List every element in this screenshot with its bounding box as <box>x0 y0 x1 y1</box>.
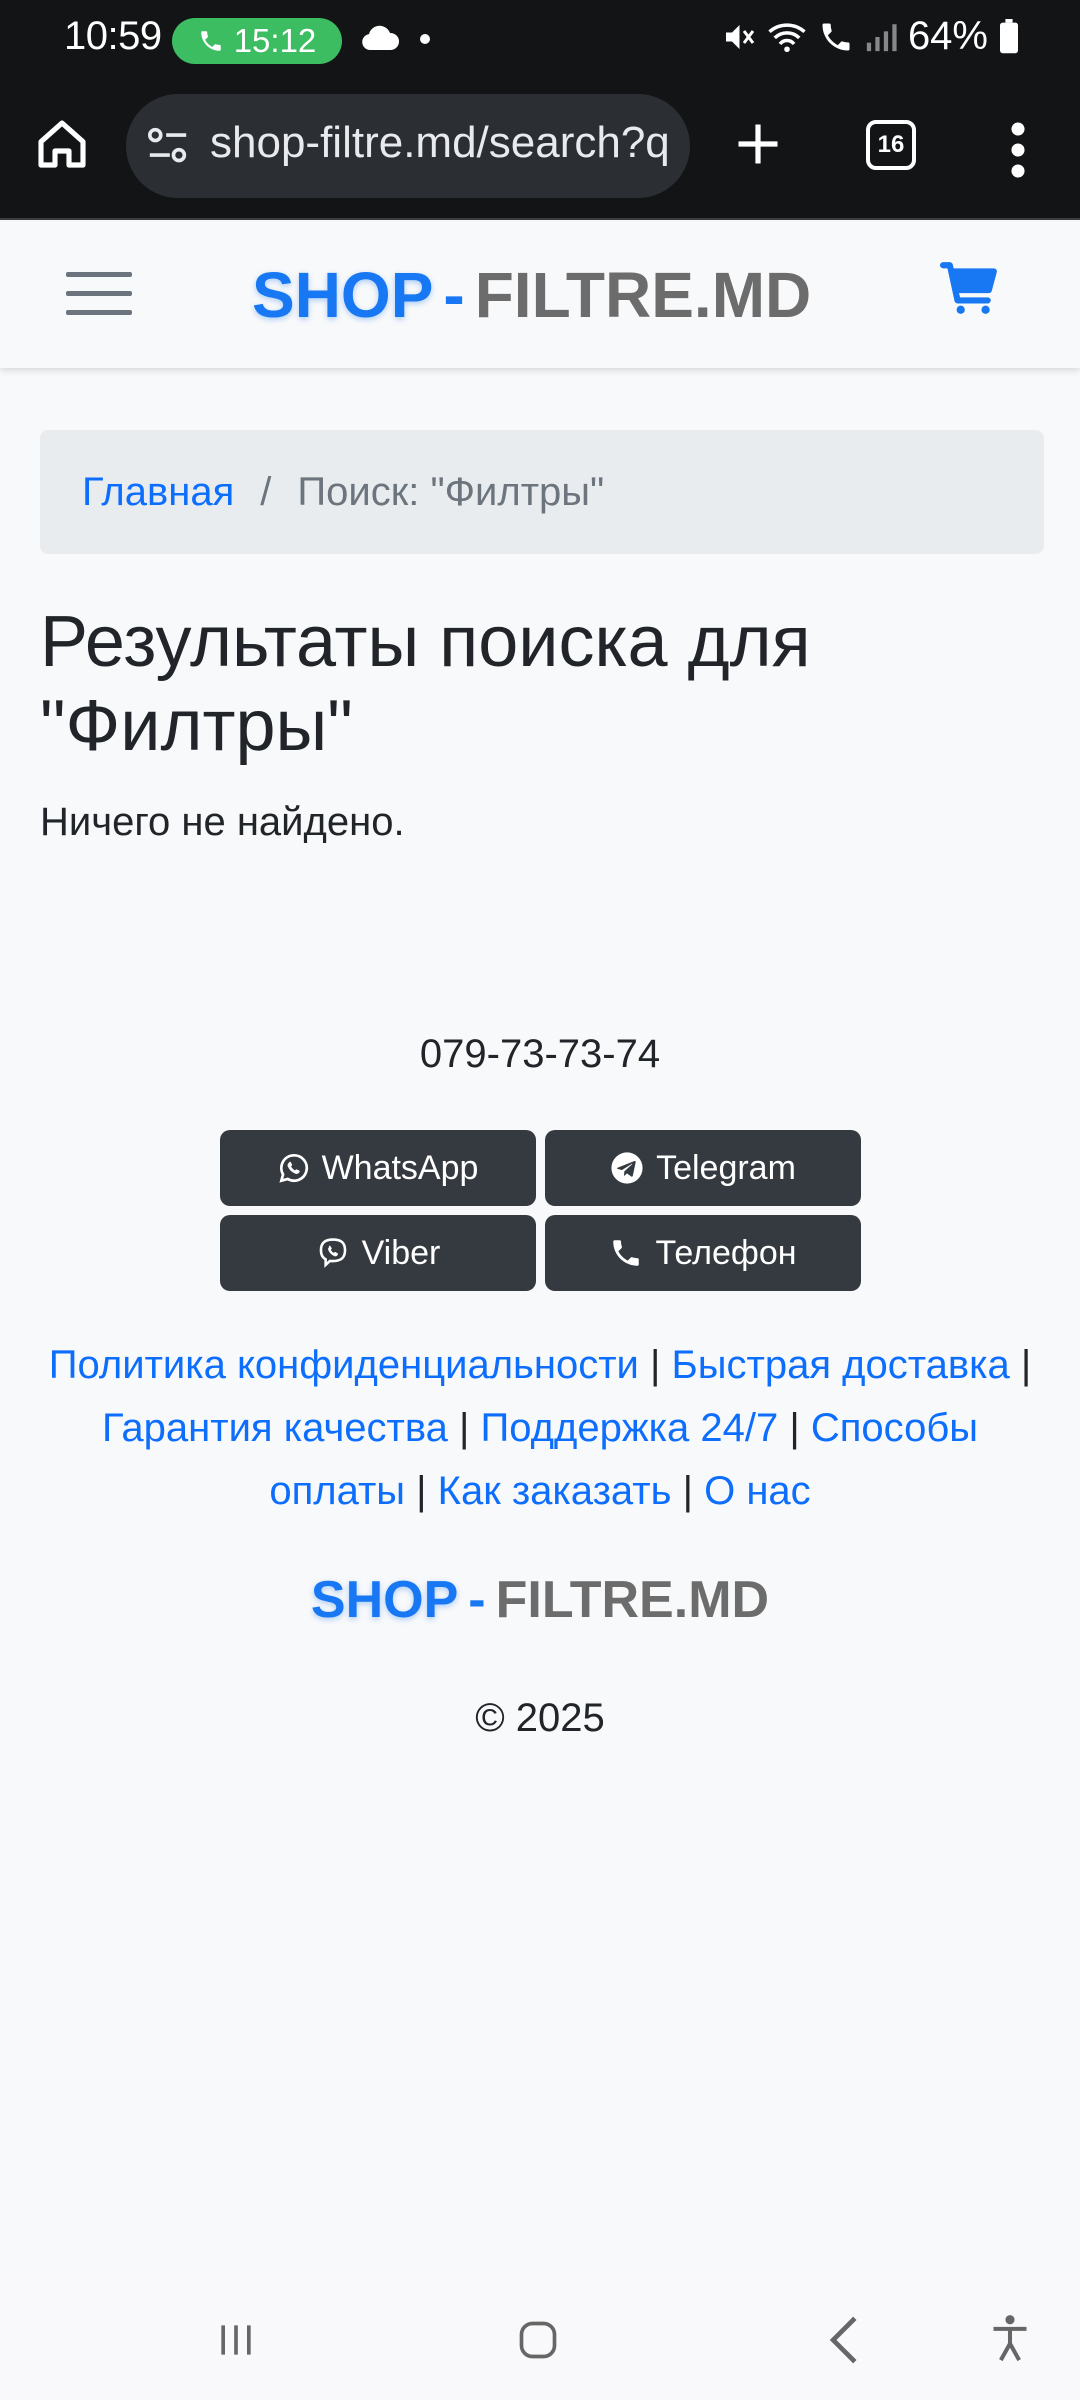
footer-logo-part-filtre: FILTRE.MD <box>495 1571 770 1629</box>
footer-logo-part-shop: SHOP <box>310 1571 459 1629</box>
accessibility-icon[interactable] <box>988 2312 1032 2366</box>
logo-part-filtre: FILTRE.MD <box>474 259 812 331</box>
site-navbar: SHOP - FILTRE.MD <box>0 222 1080 368</box>
empty-results-message: Ничего не найдено. <box>40 800 405 844</box>
tab-count: 16 <box>877 131 905 158</box>
system-navigation-bar <box>0 2272 1080 2400</box>
home-button-icon[interactable] <box>516 2316 560 2364</box>
copyright: © 2025 <box>475 1696 605 1740</box>
footer-phone-number: 079-73-73-74 <box>419 1032 661 1076</box>
viber-icon <box>319 1238 346 1268</box>
site-settings-icon[interactable] <box>146 126 190 166</box>
phone-icon <box>613 1240 640 1266</box>
notification-dot-icon <box>420 34 430 44</box>
phone-call-icon <box>200 31 221 51</box>
fast-delivery-link[interactable]: Быстрая доставка <box>672 1343 1010 1387</box>
new-tab-icon[interactable] <box>732 114 784 174</box>
wifi-icon <box>768 22 806 52</box>
back-icon[interactable] <box>826 2314 862 2366</box>
url-text: shop-filtre.md/search?q <box>210 118 670 167</box>
wifi-calling-icon <box>822 23 850 50</box>
tab-switcher-button[interactable]: 16 <box>866 120 916 170</box>
status-time: 10:59 <box>64 14 162 58</box>
footer-link-separator: | <box>789 1406 800 1450</box>
page-title: Результаты поиска для "Филтры" <box>40 602 811 766</box>
footer-links: Политика конфиденциальности | Быстрая до… <box>40 1334 1040 1523</box>
call-timer: 15:12 <box>233 22 317 59</box>
privacy-policy-link[interactable]: Политика конфиденциальности <box>49 1343 639 1387</box>
breadcrumb-home-link[interactable]: Главная <box>82 470 234 515</box>
quality-guarantee-link[interactable]: Гарантия качества <box>102 1406 448 1450</box>
battery-percent: 64% <box>907 14 988 58</box>
cloud-icon <box>362 25 400 50</box>
more-menu-icon[interactable] <box>1006 122 1030 178</box>
status-bar: 10:59 15:12 64% <box>0 0 1080 78</box>
footer-link-separator: | <box>650 1343 661 1387</box>
footer-link-separator: | <box>416 1469 427 1513</box>
cart-icon[interactable] <box>940 262 998 314</box>
whatsapp-button-label: WhatsApp <box>321 1148 479 1187</box>
support-link[interactable]: Поддержка 24/7 <box>481 1406 779 1450</box>
breadcrumb-separator: / <box>260 469 272 514</box>
footer-logo-dash: - <box>468 1571 486 1629</box>
menu-toggle-button[interactable] <box>66 266 132 322</box>
phone-button-label: Телефон <box>655 1233 797 1272</box>
telegram-button-label: Telegram <box>656 1148 796 1187</box>
status-icons: 64% <box>720 14 1020 59</box>
browser-toolbar: shop-filtre.md/search?q 16 <box>0 78 1080 220</box>
site-logo[interactable]: SHOP - FILTRE.MD <box>252 258 811 332</box>
footer-link-separator: | <box>682 1469 693 1513</box>
about-us-link[interactable]: О нас <box>704 1469 811 1513</box>
footer-link-separator: | <box>1020 1343 1032 1387</box>
breadcrumb-current: Поиск: "Филтры" <box>297 469 605 514</box>
logo-part-shop: SHOP <box>252 259 434 331</box>
hamburger-line <box>66 291 132 296</box>
mute-icon <box>725 24 755 49</box>
logo-dash: - <box>443 259 465 331</box>
hamburger-line <box>66 310 132 315</box>
viber-button[interactable]: Viber <box>220 1215 536 1291</box>
phone-button[interactable]: Телефон <box>545 1215 861 1291</box>
recent-apps-icon[interactable] <box>214 2318 258 2362</box>
whatsapp-button[interactable]: WhatsApp <box>220 1130 536 1206</box>
battery-icon <box>1000 18 1018 53</box>
footer-logo[interactable]: SHOP - FILTRE.MD <box>0 1570 1080 1630</box>
call-indicator[interactable]: 15:12 <box>172 18 342 64</box>
how-to-order-link[interactable]: Как заказать <box>438 1469 672 1513</box>
address-bar[interactable]: shop-filtre.md/search?q <box>126 94 690 198</box>
whatsapp-icon <box>278 1153 308 1183</box>
telegram-button[interactable]: Telegram <box>545 1130 861 1206</box>
home-icon[interactable] <box>34 114 90 174</box>
telegram-icon <box>611 1152 643 1184</box>
viber-button-label: Viber <box>361 1233 441 1272</box>
signal-icon <box>866 23 897 51</box>
breadcrumb: Главная / Поиск: "Филтры" <box>40 430 1044 554</box>
footer-link-separator: | <box>459 1406 470 1450</box>
hamburger-line <box>66 272 132 277</box>
